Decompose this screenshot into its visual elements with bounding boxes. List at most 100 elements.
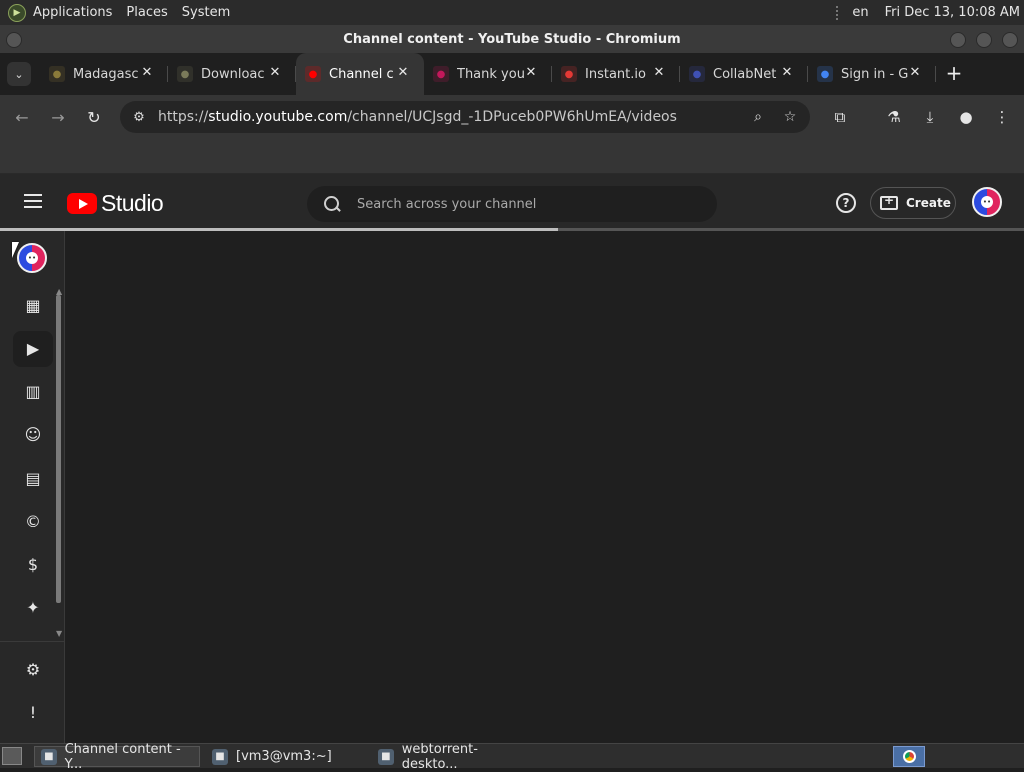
search-icon[interactable] — [323, 195, 341, 213]
studio-header: Studio ? Create •• — [0, 174, 1024, 230]
close-tab-icon[interactable]: ✕ — [908, 66, 922, 80]
madagascar-favicon: ● — [49, 66, 65, 82]
places-menu[interactable]: Places — [126, 5, 167, 20]
extensions-icon[interactable]: ⧉ — [830, 107, 850, 127]
earn-icon: $ — [27, 555, 39, 574]
taskbar-task-label: Channel content - Y... — [64, 741, 181, 772]
applications-menu-label[interactable]: Applications — [33, 5, 112, 20]
browser-tab[interactable]: ● Sign in - G ✕ — [808, 53, 936, 95]
tab-title: Madagasc — [73, 66, 139, 82]
create-button[interactable]: Create — [870, 187, 956, 219]
close-tab-icon[interactable]: ✕ — [780, 66, 794, 80]
channel-avatar[interactable]: •• — [17, 243, 47, 273]
zoom-icon[interactable]: ⌕ — [748, 107, 768, 127]
show-desktop-icon[interactable] — [2, 747, 22, 765]
browser-tab[interactable]: ● Downloac ✕ — [168, 53, 296, 95]
content-area — [66, 231, 1024, 743]
tab-title: CollabNet — [713, 66, 777, 82]
new-tab-button[interactable]: + — [942, 62, 966, 86]
browser-tab[interactable]: ● Thank you ✕ — [424, 53, 552, 95]
create-video-icon — [880, 193, 898, 210]
window-title: Channel content - YouTube Studio - Chrom… — [343, 31, 681, 47]
chromium-icon: ■ — [41, 748, 57, 765]
reload-icon[interactable]: ↻ — [80, 103, 108, 131]
search-input[interactable] — [357, 196, 687, 212]
downloads-icon[interactable]: ⤓ — [920, 107, 940, 127]
browser-tab[interactable]: ● Madagasc ✕ — [40, 53, 168, 95]
back-arrow-icon[interactable]: ← — [8, 103, 36, 131]
close-tab-icon[interactable]: ✕ — [140, 66, 154, 80]
side-nav-item-settings[interactable]: ⚙ — [13, 652, 53, 688]
community-icon: ☺ — [24, 425, 42, 444]
side-nav-scrollbar[interactable] — [56, 295, 61, 603]
taskbar-task[interactable]: ■ Channel content - Y... — [34, 742, 200, 772]
tab-title: Channel c — [329, 66, 394, 82]
panel-separator — [836, 5, 839, 20]
maximize-icon[interactable] — [976, 32, 992, 48]
tab-title: Sign in - G — [841, 66, 909, 82]
browser-tab[interactable]: ● Instant.io ✕ — [552, 53, 680, 95]
browser-tab[interactable]: ● Channel c ✕ — [296, 53, 424, 95]
clock[interactable]: Fri Dec 13, 10:08 AM — [885, 5, 1020, 20]
side-nav-item-content[interactable]: ▶ — [13, 331, 53, 367]
scroll-down-arrow-icon[interactable]: ▼ — [56, 629, 62, 638]
side-nav-item-earn[interactable]: $ — [13, 547, 53, 583]
keyboard-layout-indicator[interactable]: en — [852, 5, 868, 20]
address-bar[interactable]: ⚙ https://studio.youtube.com/channel/UCJ… — [120, 101, 810, 133]
heart-shield-favicon: ● — [433, 66, 449, 82]
browser-tab[interactable]: ● CollabNet ✕ — [680, 53, 808, 95]
feedback-icon: ! — [29, 703, 37, 722]
tab-title: Downloac — [201, 66, 265, 82]
tray-chromium-icon[interactable] — [893, 746, 925, 767]
google-favicon: ● — [817, 66, 833, 82]
side-nav-item-subtitles[interactable]: ▤ — [13, 461, 53, 497]
bookmarks-bar — [0, 139, 1024, 174]
side-nav-item-analytics[interactable]: ▥ — [13, 374, 53, 410]
labs-flask-icon[interactable]: ⚗ — [884, 107, 904, 127]
side-nav-divider — [0, 641, 65, 642]
youtube-studio-logo[interactable]: Studio — [67, 190, 164, 217]
customization-icon: ✦ — [26, 598, 40, 617]
side-nav-item-community[interactable]: ☺ — [13, 417, 53, 453]
side-nav-item-dashboard[interactable]: ▦ — [13, 288, 53, 324]
close-tab-icon[interactable]: ✕ — [268, 66, 282, 80]
browser-menu-icon[interactable]: ⋮ — [992, 107, 1012, 127]
youtube-favicon: ● — [305, 66, 321, 82]
site-info-icon[interactable]: ⚙ — [124, 110, 154, 125]
window-titlebar[interactable]: Channel content - YouTube Studio - Chrom… — [0, 25, 1024, 53]
close-tab-icon[interactable]: ✕ — [396, 66, 410, 80]
terminal-icon: ■ — [212, 748, 228, 765]
bottom-taskbar: ■ Channel content - Y... ■ [vm3@vm3:~] ■ webt… — [0, 742, 1024, 772]
system-menu[interactable]: System — [182, 5, 230, 20]
hamburger-menu-icon[interactable] — [24, 194, 42, 208]
side-nav-item-customization[interactable]: ✦ — [13, 590, 53, 626]
close-tab-icon[interactable]: ✕ — [524, 66, 538, 80]
close-tab-icon[interactable]: ✕ — [652, 66, 666, 80]
settings-icon: ⚙ — [25, 660, 41, 679]
channel-search-box[interactable] — [307, 186, 717, 222]
minimize-icon[interactable] — [950, 32, 966, 48]
close-window-icon[interactable] — [1002, 32, 1018, 48]
taskbar-task[interactable]: ■ [vm3@vm3:~] — [206, 746, 366, 767]
taskbar-task-label: [vm3@vm3:~] — [236, 749, 332, 764]
help-icon[interactable]: ? — [836, 193, 856, 213]
youtube-play-logo-icon — [67, 193, 97, 214]
heart-favicon: ● — [561, 66, 577, 82]
side-nav-item-copyright[interactable]: © — [13, 504, 53, 540]
profile-icon[interactable]: ● — [956, 107, 976, 127]
channel-avatar-face-icon: •• — [26, 252, 38, 264]
account-avatar[interactable]: •• — [972, 187, 1002, 217]
side-nav-item-send-feedback[interactable]: ! — [13, 695, 53, 731]
forward-arrow-icon[interactable]: → — [44, 103, 72, 131]
window-menu-icon[interactable] — [6, 32, 22, 48]
tab-title: Thank you — [457, 66, 525, 82]
studio-wordmark: Studio — [101, 190, 164, 216]
tab-search-chevron-icon[interactable]: ⌄ — [7, 62, 31, 86]
taskbar-task[interactable]: ■ webtorrent-deskto... — [372, 742, 532, 772]
applications-menu[interactable]: ▶ Applications — [0, 3, 126, 22]
copyright-icon: © — [25, 512, 41, 531]
bookmark-star-icon[interactable]: ☆ — [780, 107, 800, 127]
download-favicon: ● — [177, 66, 193, 82]
url-text[interactable]: https://studio.youtube.com/channel/UCJsg… — [158, 109, 677, 125]
top-panel: ▶ Applications Places System en Fri Dec … — [0, 0, 1024, 25]
